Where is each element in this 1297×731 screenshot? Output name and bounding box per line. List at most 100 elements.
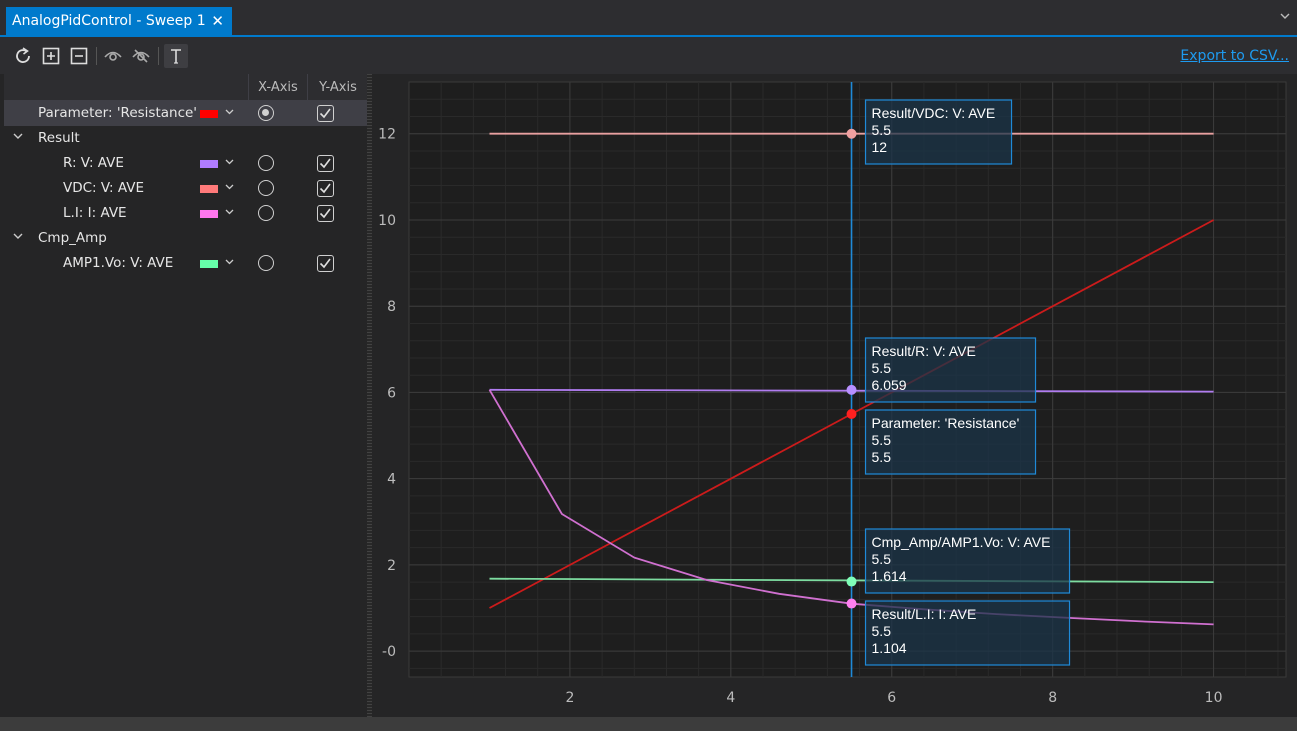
color-swatch[interactable] [200, 110, 218, 118]
eye-icon [104, 51, 122, 61]
tab-sweep-1[interactable]: AnalogPidControl - Sweep 1 ✕ [6, 7, 232, 35]
x-axis-radio[interactable] [258, 155, 274, 171]
cursor-marker [846, 384, 857, 395]
toolbar: Export to CSV... [0, 37, 1297, 74]
y-tick-label: 6 [387, 385, 396, 401]
y-axis-checkbox[interactable] [317, 205, 334, 222]
x-tick-label: 4 [726, 690, 735, 706]
y-axis-checkbox[interactable] [317, 255, 334, 272]
y-tick-label: 8 [387, 299, 396, 315]
chevron-down-icon[interactable] [225, 107, 234, 116]
tooltip-text: Result/L.I: I: AVE [872, 606, 977, 622]
cursor-marker [846, 598, 857, 609]
x-tick-label: 8 [1048, 690, 1057, 706]
toolbar-separator [96, 47, 97, 65]
tooltip-text: 1.614 [872, 568, 907, 584]
hide-all-button[interactable] [130, 45, 152, 67]
tooltip-text: 12 [872, 139, 888, 155]
tooltip-text: Result/R: V: AVE [872, 343, 976, 359]
tooltip-text: 5.5 [872, 449, 892, 465]
tooltip-text: 6.059 [872, 377, 907, 393]
tree-row-result-li[interactable]: L.I: I: AVE [4, 201, 367, 226]
tooltip-text: 5.5 [872, 122, 892, 138]
check-icon [319, 108, 331, 119]
y-tick-label: 10 [378, 213, 396, 229]
collapse-all-button[interactable] [68, 45, 90, 67]
export-to-csv-link[interactable]: Export to CSV... [1180, 48, 1289, 64]
tree-group-result[interactable]: Result [4, 126, 367, 151]
group-label: Result [38, 130, 80, 146]
tooltip-text: 5.5 [872, 551, 892, 567]
chart-canvas[interactable]: 2 4 6 8 10-024681012Result/VDC: V: AVE5.512R… [372, 74, 1297, 717]
collapse-all-icon [70, 47, 88, 65]
expand-all-icon [42, 47, 60, 65]
show-all-button[interactable] [102, 45, 124, 67]
toolbar-separator [158, 47, 159, 65]
check-icon [319, 183, 331, 194]
color-swatch[interactable] [200, 260, 218, 268]
eye-off-icon [132, 49, 150, 63]
tooltip-text: Cmp_Amp/AMP1.Vo: V: AVE [872, 534, 1051, 550]
chevron-down-icon[interactable] [225, 257, 234, 266]
x-tick-label: 2 [565, 690, 574, 706]
cursor-icon [171, 49, 181, 64]
check-icon [319, 208, 331, 219]
status-bar [0, 717, 1297, 731]
x-axis-radio[interactable] [258, 105, 274, 121]
tooltip-text: Parameter: 'Resistance' [872, 415, 1020, 431]
chevron-down-icon[interactable] [13, 131, 23, 141]
x-axis-radio[interactable] [258, 205, 274, 221]
expand-all-button[interactable] [40, 45, 62, 67]
color-swatch[interactable] [200, 210, 218, 218]
y-axis-checkbox[interactable] [317, 180, 334, 197]
check-icon [319, 258, 331, 269]
y-tick-label: 2 [387, 558, 396, 574]
series-label: R: V: AVE [63, 155, 124, 171]
cursor-button[interactable] [164, 44, 188, 68]
x-axis-radio[interactable] [258, 180, 274, 196]
tree-group-cmp-amp[interactable]: Cmp_Amp [4, 226, 367, 251]
chevron-down-icon[interactable] [13, 231, 23, 241]
waveform-chart[interactable]: 2 4 6 8 10 -0 2 4 6 8 10 12 Result/VDC: V: AVE 5.5 12 R… [372, 74, 1297, 717]
tree-row-amp1-vo[interactable]: AMP1.Vo: V: AVE [4, 251, 367, 276]
plot-area[interactable] [408, 81, 1287, 678]
x-tick-label: 10 [1205, 690, 1223, 706]
check-icon [319, 158, 331, 169]
cursor-marker [846, 128, 857, 139]
y-tick-label: 4 [387, 472, 396, 488]
refresh-button[interactable] [12, 45, 34, 67]
tree-row-result-vdc[interactable]: VDC: V: AVE [4, 176, 367, 201]
cursor-marker [846, 408, 857, 419]
series-label: Parameter: 'Resistance' [38, 105, 198, 121]
x-axis-column-header[interactable]: X-Axis [248, 74, 307, 100]
tooltip-text: Result/VDC: V: AVE [872, 105, 996, 121]
chevron-down-icon[interactable] [225, 182, 234, 191]
chevron-down-icon[interactable] [225, 157, 234, 166]
y-axis-column-header[interactable]: Y-Axis [307, 74, 368, 100]
chevron-down-icon[interactable] [225, 207, 234, 216]
group-label: Cmp_Amp [38, 230, 107, 246]
tab-title: AnalogPidControl - Sweep 1 [12, 13, 206, 29]
y-axis-checkbox[interactable] [317, 155, 334, 172]
x-tick-label: 6 [887, 690, 896, 706]
tree-row-parameter[interactable]: Parameter: 'Resistance' [4, 101, 367, 126]
y-tick-label: 12 [378, 127, 396, 143]
tree-header: X-Axis Y-Axis [4, 74, 367, 101]
y-tick-label: -0 [382, 644, 396, 660]
chevron-down-icon[interactable] [1279, 10, 1291, 22]
refresh-icon [16, 47, 30, 63]
tree-row-result-r[interactable]: R: V: AVE [4, 151, 367, 176]
series-label: VDC: V: AVE [63, 180, 145, 196]
document-tab-bar: AnalogPidControl - Sweep 1 ✕ [0, 0, 1297, 37]
x-axis-radio[interactable] [258, 255, 274, 271]
series-tree-panel: X-Axis Y-Axis Parameter: 'Resistance' Re… [4, 74, 367, 717]
color-swatch[interactable] [200, 185, 218, 193]
series-label: AMP1.Vo: V: AVE [63, 255, 174, 271]
tooltip-text: 5.5 [872, 623, 892, 639]
tooltip-text: 1.104 [872, 640, 907, 656]
series-label: L.I: I: AVE [63, 205, 127, 221]
tooltip-text: 5.5 [872, 360, 892, 376]
y-axis-checkbox[interactable] [317, 105, 334, 122]
color-swatch[interactable] [200, 160, 218, 168]
close-icon[interactable]: ✕ [211, 12, 224, 30]
